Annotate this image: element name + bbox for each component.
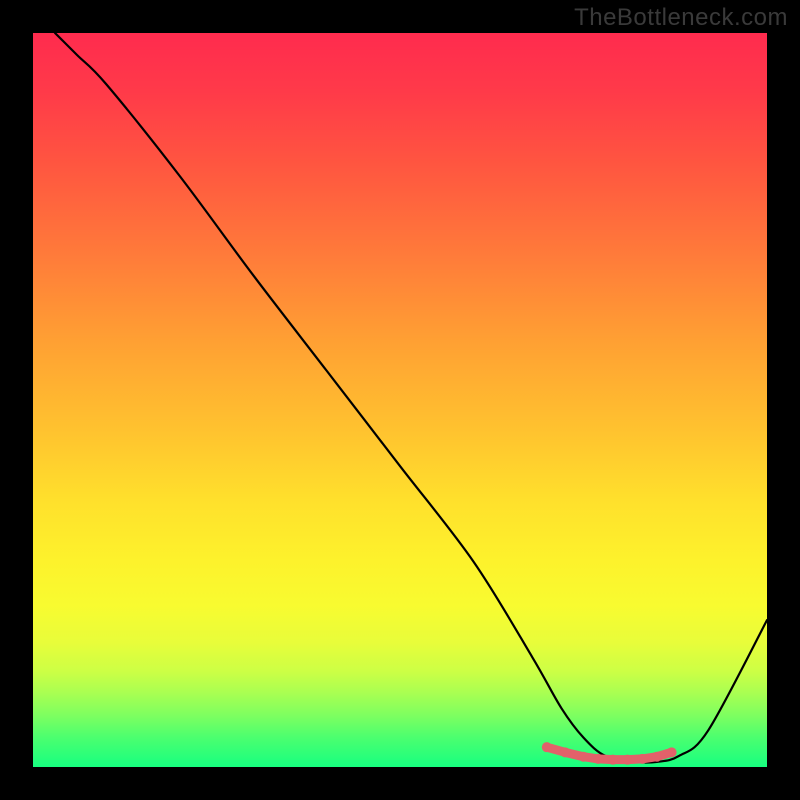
bottom-marker <box>623 755 633 765</box>
chart-frame: TheBottleneck.com <box>0 0 800 800</box>
watermark-text: TheBottleneck.com <box>574 4 788 32</box>
plot-area <box>33 33 767 767</box>
bottom-marker <box>542 742 552 752</box>
bottom-marker <box>579 752 589 762</box>
bottom-marker <box>637 754 647 764</box>
bottom-marker <box>652 752 662 762</box>
bottom-marker <box>667 747 677 757</box>
bottom-marker-group <box>542 742 677 764</box>
curve-layer <box>33 33 767 767</box>
bottom-marker <box>593 754 603 764</box>
bottleneck-curve <box>55 33 767 763</box>
bottom-marker <box>608 755 618 765</box>
bottom-marker <box>560 747 570 757</box>
